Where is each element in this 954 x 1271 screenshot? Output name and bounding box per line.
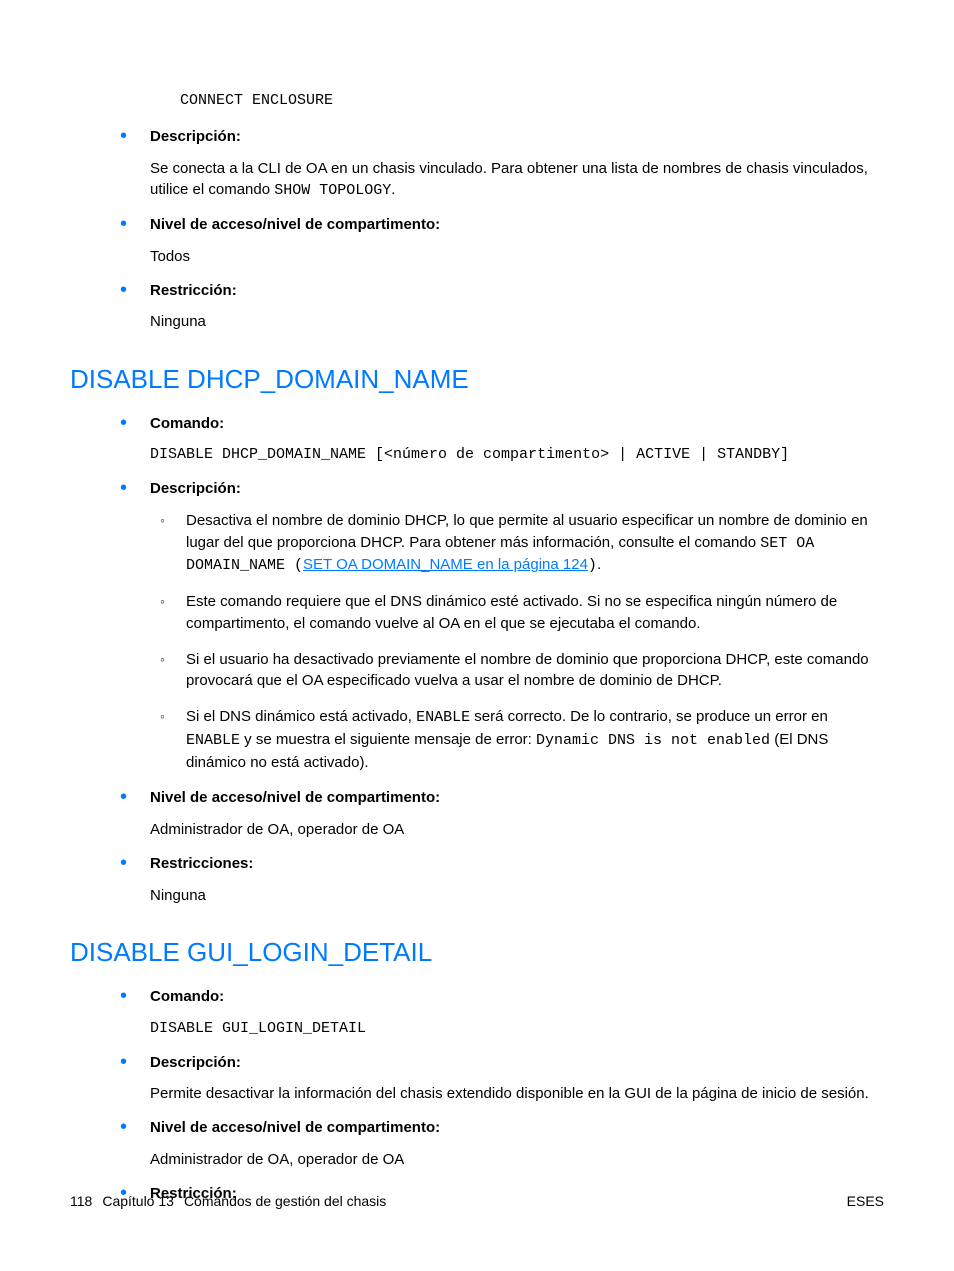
label-descripcion: Descripción: [150, 126, 884, 148]
sub-item-3: Si el DNS dinámico está activado, ENABLE… [186, 706, 884, 773]
sub-item-1: Este comando requiere que el DNS dinámic… [186, 591, 884, 635]
code-enable-1: ENABLE [416, 709, 470, 726]
text: y se muestra el siguiente mensaje de err… [240, 731, 536, 748]
code-disable-dhcp: DISABLE DHCP_DOMAIN_NAME [<número de com… [150, 444, 884, 466]
label-nivel: Nivel de acceso/nivel de compartimento: [150, 214, 884, 236]
text: será correcto. De lo contrario, se produ… [470, 708, 828, 725]
text: Si el DNS dinámico está activado, [186, 708, 416, 725]
footer-right: ESES [847, 1191, 884, 1211]
label-comando: Comando: [150, 413, 884, 435]
chapter-label: Capítulo 13 [102, 1191, 174, 1211]
link-set-oa-domain-name[interactable]: SET OA DOMAIN_NAME en la página 124 [303, 556, 588, 573]
sub-item-2: Si el usuario ha desactivado previamente… [186, 649, 884, 693]
text: ) [588, 557, 597, 574]
section2-descripcion: Descripción: Permite desactivar la infor… [150, 1052, 884, 1106]
code-dynamic-dns: Dynamic DNS is not enabled [536, 732, 770, 749]
text: Se conecta a la CLI de OA en un chasis v… [150, 160, 868, 199]
chapter-title: Comandos de gestión del chasis [184, 1191, 386, 1211]
section1-comando: Comando: DISABLE DHCP_DOMAIN_NAME [<núme… [150, 413, 884, 467]
body-nivel: Administrador de OA, operador de OA [150, 1149, 884, 1171]
intro-list: Descripción: Se conecta a la CLI de OA e… [70, 126, 884, 333]
heading-disable-dhcp-domain-name: DISABLE DHCP_DOMAIN_NAME [70, 361, 884, 399]
section1-restricciones: Restricciones: Ninguna [150, 853, 884, 907]
text: ( [285, 557, 303, 574]
intro-item-descripcion: Descripción: Se conecta a la CLI de OA e… [150, 126, 884, 202]
page-number: 118 [70, 1191, 92, 1211]
section1-list: Comando: DISABLE DHCP_DOMAIN_NAME [<núme… [70, 413, 884, 907]
label-restricciones: Restricciones: [150, 853, 884, 875]
body-restriccion: Ninguna [150, 311, 884, 333]
label-descripcion: Descripción: [150, 478, 884, 500]
body-restricciones: Ninguna [150, 885, 884, 907]
text: . [597, 556, 601, 573]
body-descripcion: Se conecta a la CLI de OA en un chasis v… [150, 158, 884, 203]
heading-disable-gui-login-detail: DISABLE GUI_LOGIN_DETAIL [70, 934, 884, 972]
label-nivel: Nivel de acceso/nivel de compartimento: [150, 787, 884, 809]
label-restriccion: Restricción: [150, 280, 884, 302]
sub-item-0: Desactiva el nombre de dominio DHCP, lo … [186, 510, 884, 577]
section1-descripcion: Descripción: Desactiva el nombre de domi… [150, 478, 884, 773]
text: . [391, 181, 395, 198]
body-nivel: Administrador de OA, operador de OA [150, 819, 884, 841]
section1-nivel: Nivel de acceso/nivel de compartimento: … [150, 787, 884, 841]
page-footer: 118 Capítulo 13 Comandos de gestión del … [70, 1191, 884, 1211]
label-descripcion: Descripción: [150, 1052, 884, 1074]
code-enable-2: ENABLE [186, 732, 240, 749]
code-disable-gui: DISABLE GUI_LOGIN_DETAIL [150, 1018, 884, 1040]
section2-nivel: Nivel de acceso/nivel de compartimento: … [150, 1117, 884, 1171]
code-show-topology: SHOW TOPOLOGY [274, 182, 391, 199]
intro-item-restriccion: Restricción: Ninguna [150, 280, 884, 334]
label-nivel: Nivel de acceso/nivel de compartimento: [150, 1117, 884, 1139]
section2-list: Comando: DISABLE GUI_LOGIN_DETAIL Descri… [70, 986, 884, 1204]
label-comando: Comando: [150, 986, 884, 1008]
body-nivel: Todos [150, 246, 884, 268]
intro-item-nivel: Nivel de acceso/nivel de compartimento: … [150, 214, 884, 268]
section1-sublist: Desactiva el nombre de dominio DHCP, lo … [150, 510, 884, 774]
code-connect-enclosure: CONNECT ENCLOSURE [70, 90, 884, 112]
section2-comando: Comando: DISABLE GUI_LOGIN_DETAIL [150, 986, 884, 1040]
body-descripcion: Permite desactivar la información del ch… [150, 1083, 884, 1105]
